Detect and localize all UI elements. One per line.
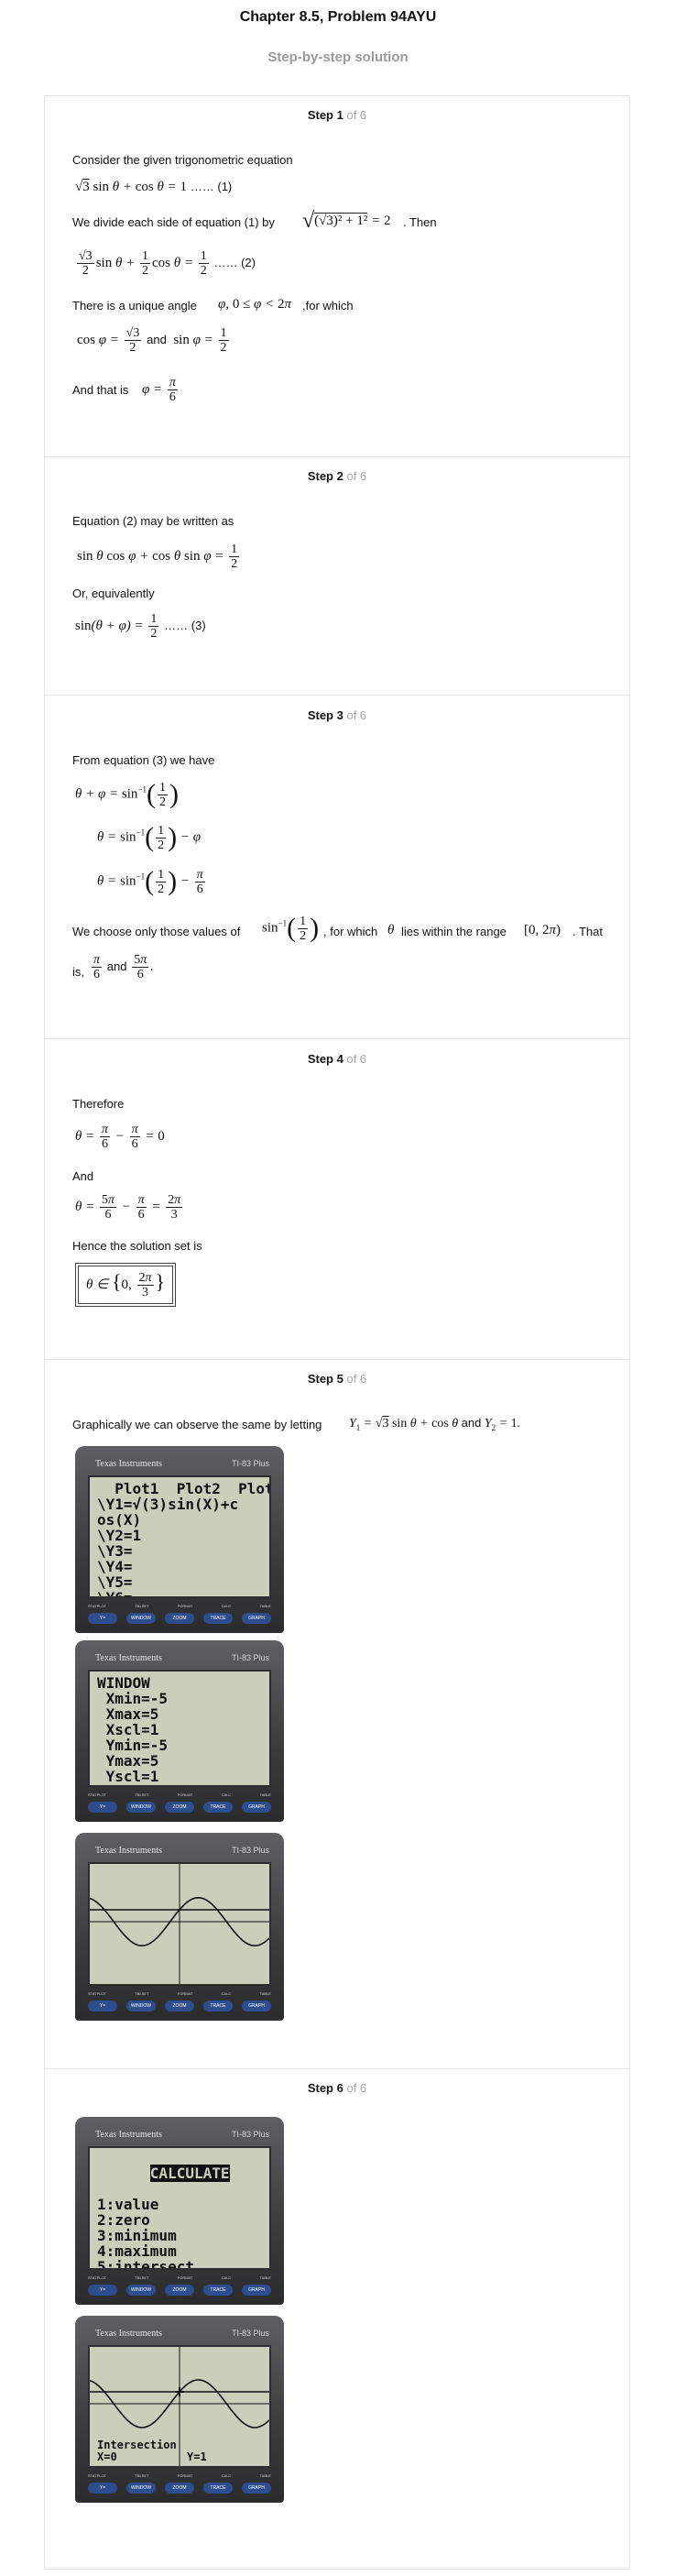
step3-line-2: θ = sin−1(1 2) − φ: [97, 822, 202, 852]
arcsin-half: sin−1(1 2): [262, 913, 320, 943]
step3-text-1: From equation (3) we have: [72, 753, 215, 767]
equation-1: √3 sin θ + cos θ = 1 …… (1): [75, 180, 233, 194]
intersection-x: X=0: [97, 2450, 117, 2463]
step4-text-2: And: [72, 1169, 94, 1183]
calculator-intersection: Texas Instruments TI-83 Plus Intersection…: [75, 2316, 284, 2503]
step4-text-1: Therefore: [72, 1097, 125, 1111]
key-y-equals: Y=: [88, 1613, 117, 1624]
key-trace: TRACE: [203, 1613, 233, 1624]
step5-text-1: Graphically we can observe the same by l…: [72, 1418, 322, 1431]
calculator-calc-menu: Texas Instruments TI-83 Plus CALCULATE 1:…: [75, 2117, 284, 2305]
step4-text-3: Hence the solution set is: [72, 1239, 202, 1253]
calculator-screen: WINDOW Xmin=-5 Xmax=5 Xscl=1 Ymin=-5 Yma…: [88, 1670, 271, 1787]
step-1-header: Step 1 of 6: [307, 108, 367, 122]
step3-line-1: θ + φ = sin−1(1 2): [75, 779, 180, 809]
values-pi6-5pi6: π6 and 5π 6.: [92, 953, 154, 981]
page-subtitle: Step-by-step solution: [267, 49, 409, 65]
step-2-header: Step 2 of 6: [307, 469, 367, 483]
calculator-y-editor: Texas Instruments TI-83 Plus Plot1 Plot2 …: [75, 1446, 284, 1633]
step-separator: [44, 1038, 630, 1039]
step1-text-2b: . Then: [403, 215, 437, 229]
key-window: WINDOW: [126, 1613, 156, 1624]
step1-text-3: There is a unique angle: [72, 299, 197, 312]
step3-line-3: θ = sin−1(1 2) − π6: [97, 866, 205, 896]
key-zoom: ZOOM: [165, 1613, 194, 1624]
step-6-header: Step 6 of 6: [307, 2081, 367, 2095]
step-separator: [44, 2068, 630, 2069]
key-graph: GRAPH: [242, 1613, 271, 1624]
step-4-header: Step 4 of 6: [307, 1052, 367, 1066]
step3-text-2d: . That: [572, 925, 604, 938]
solution-set-box: θ ∈ {0, 2π 3}: [75, 1263, 177, 1308]
step1-text-3b: ,for which: [302, 299, 354, 312]
y-editor-screen-text: Plot1 Plot2 Plot3 \Y1=√(3)sin(X)+c os(X)…: [97, 1480, 269, 1598]
step-separator: [44, 695, 630, 696]
calculator-screen: Plot1 Plot2 Plot3 \Y1=√(3)sin(X)+c os(X)…: [88, 1475, 271, 1598]
divisor-expression: √(√3)² + 1² = 2: [302, 209, 391, 233]
step3-text-2c: lies within the range: [401, 925, 507, 938]
calculator-screen: CALCULATE 1:value 2:zero 3:minimum 4:max…: [88, 2146, 271, 2270]
y1-y2-definitions: Y1 = √3 sin θ + cos θ and Y2 = 1.: [349, 1416, 521, 1432]
equation-2: √3 2 sin θ + 1 2 cos θ = 12 …… (2): [77, 249, 256, 278]
calculator-graph: Texas Instruments TI-83 Plus STATPLOT TBLS…: [75, 1833, 284, 2021]
calc-menu-items: 1:value 2:zero 3:minimum 4:maximum 5:int…: [97, 2196, 194, 2270]
step-5-header: Step 5 of 6: [307, 1372, 367, 1386]
step1-text-4: And that is: [72, 383, 129, 397]
step-separator: [44, 1359, 630, 1360]
step3-text-3: is,: [72, 965, 84, 979]
step2-text-1: Equation (2) may be written as: [72, 514, 234, 528]
page-title: Chapter 8.5, Problem 94AYU: [239, 9, 437, 25]
cos-sin-phi: cos φ = √3 2 and sin φ = 12: [77, 326, 229, 355]
graph-screen: [88, 1862, 271, 1986]
theta-zero: θ = π6 − π6 = 0: [75, 1123, 165, 1151]
theta-symbol: θ: [387, 923, 395, 937]
calculator-window: Texas Instruments TI-83 Plus WINDOW Xmin=…: [75, 1640, 284, 1822]
equation-sum-form: sin θ cos φ + cos θ sin φ = 12: [77, 543, 240, 571]
calc-menu-title: CALCULATE: [149, 2165, 230, 2182]
intersection-label: Intersection: [97, 2439, 177, 2451]
intersection-y: Y=1: [187, 2450, 207, 2463]
window-screen-text: WINDOW Xmin=-5 Xmax=5 Xscl=1 Ymin=-5 Yma…: [97, 1674, 169, 1785]
step2-text-2: Or, equivalently: [72, 586, 155, 600]
step3-text-2b: , for which: [323, 925, 378, 938]
graph-screen: Intersection X=0 Y=1: [88, 2345, 271, 2468]
graph-plot: [90, 1864, 269, 1984]
theta-two-pi-three: θ = 5π 6 − π6 = 2π 3: [75, 1193, 183, 1222]
angle-range: φ, 0 ≤ φ < 2π: [218, 297, 291, 312]
step-separator: [44, 456, 630, 457]
step1-text-1: Consider the given trigonometric equatio…: [72, 153, 293, 167]
equation-3: sin(θ + φ) = 12 …… (3): [75, 612, 206, 641]
step1-text-2: We divide each side of equation (1) by: [72, 215, 275, 229]
step3-text-2: We choose only those values of: [72, 925, 241, 938]
step-3-header: Step 3 of 6: [307, 708, 367, 722]
range-interval: [0, 2π): [524, 923, 562, 937]
phi-value: φ = π6: [142, 376, 178, 404]
